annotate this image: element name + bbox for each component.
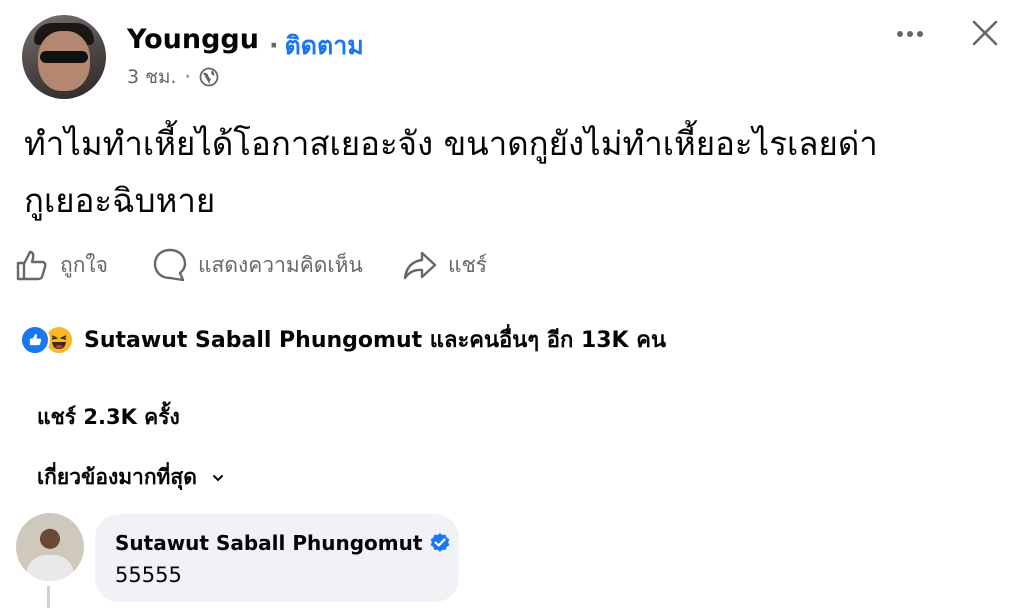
comment-sort-dropdown[interactable]: เกี่ยวข้องมากที่สุด — [37, 461, 225, 494]
comment-bubble — [95, 514, 459, 602]
like-icon — [16, 250, 47, 281]
comment-button[interactable]: แสดงความคิดเห็น — [152, 247, 363, 283]
follow-label[interactable]: ติดตาม — [285, 31, 364, 60]
post-time[interactable]: 3 ชม. — [127, 62, 177, 92]
verified-badge-icon — [431, 533, 450, 552]
follow-separator: · — [269, 31, 279, 60]
author-name[interactable]: Younggu — [127, 24, 259, 55]
thread-line — [47, 586, 50, 608]
comment-icon — [153, 248, 187, 282]
share-label: แชร์ — [448, 252, 488, 277]
reactions-text: Sutawut Saball Phungomut และคนอื่นๆ อีก … — [84, 328, 667, 353]
comment-label: แสดงความคิดเห็น — [198, 252, 363, 277]
comment-text: 55555 — [115, 563, 182, 587]
like-reaction-icon — [20, 324, 50, 355]
post-text-line-1: ทำไมทำเหี้ยได้โอกาสเยอะจัง ขนาดกูยังไม่ท… — [24, 124, 878, 163]
like-button[interactable]: ถูกใจ — [14, 247, 108, 283]
chevron-down-icon — [212, 474, 223, 481]
share-icon — [403, 251, 437, 280]
commenter-avatar[interactable] — [16, 513, 84, 581]
commenter-name[interactable]: Sutawut Saball Phungomut — [115, 531, 422, 555]
globe-icon — [199, 67, 219, 87]
commenter-name-row[interactable]: Sutawut Saball Phungomut — [115, 531, 451, 555]
post-text-line-2: กูเยอะฉิบหาย — [24, 181, 216, 220]
share-button[interactable]: แชร์ — [402, 247, 487, 283]
follow-button[interactable]: · ติดตาม — [269, 26, 364, 66]
like-label: ถูกใจ — [60, 252, 108, 277]
reactions-summary[interactable]: Sutawut Saball Phungomut และคนอื่นๆ อีก … — [20, 322, 666, 357]
sort-label: เกี่ยวข้องมากที่สุด — [37, 465, 197, 489]
more-icon[interactable] — [895, 24, 925, 44]
post-text: ทำไมทำเหี้ยได้โอกาสเยอะจัง ขนาดกูยังไม่ท… — [24, 115, 1009, 229]
shares-count[interactable]: แชร์ 2.3K ครั้ง — [37, 401, 180, 434]
close-icon[interactable] — [970, 18, 1000, 48]
post-meta: 3 ชม. · — [127, 62, 219, 92]
meta-separator: · — [184, 66, 191, 88]
author-avatar[interactable] — [22, 15, 106, 99]
